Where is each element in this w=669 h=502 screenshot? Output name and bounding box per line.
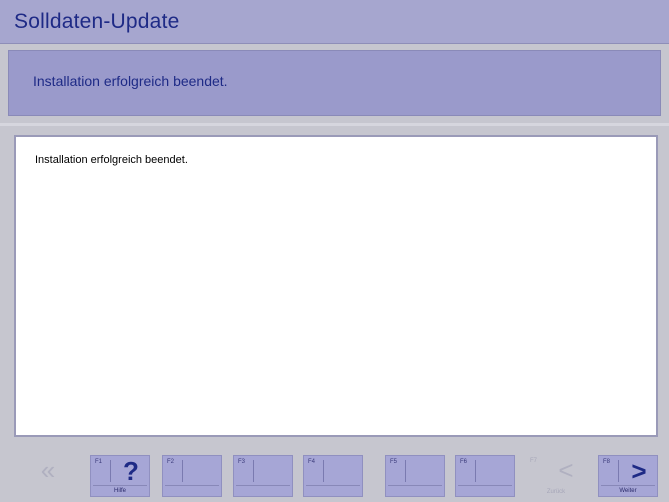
- divider: [253, 460, 254, 482]
- key-number: F8: [603, 459, 611, 465]
- divider: [182, 460, 183, 482]
- divider: [618, 460, 619, 482]
- chevron-left-icon: <: [558, 455, 574, 485]
- key-number: F1: [95, 459, 103, 465]
- key-label: Zurück: [546, 489, 566, 495]
- window-title: Solldaten-Update: [14, 10, 180, 33]
- divider: [306, 485, 360, 486]
- status-message: Installation erfolgreich beendet.: [33, 73, 228, 89]
- divider: [458, 485, 512, 486]
- divider: [236, 485, 290, 486]
- separator: [0, 123, 669, 126]
- divider: [475, 460, 476, 482]
- f3-button[interactable]: F3: [233, 455, 293, 497]
- divider: [323, 460, 324, 482]
- divider: [93, 485, 147, 486]
- key-label: Weiter: [619, 488, 637, 494]
- divider: [601, 485, 655, 486]
- title-bar: Solldaten-Update: [0, 0, 669, 44]
- key-number: F2: [167, 459, 175, 465]
- divider: [110, 460, 111, 482]
- status-panel: Installation erfolgreich beendet.: [8, 50, 661, 116]
- key-number: F6: [460, 459, 468, 465]
- content-text: Installation erfolgreich beendet.: [35, 154, 188, 166]
- function-key-toolbar: « F1 ? Hilfe F2 F3 F4 F5 F6 F7 < Zurück …: [0, 445, 669, 502]
- back-button[interactable]: «: [18, 455, 78, 497]
- divider: [388, 485, 442, 486]
- divider: [165, 485, 219, 486]
- key-number: F4: [308, 459, 316, 465]
- f6-button[interactable]: F6: [455, 455, 515, 497]
- key-number: F3: [238, 459, 246, 465]
- help-icon: ?: [123, 456, 139, 486]
- content-area: Installation erfolgreich beendet.: [14, 135, 658, 437]
- previous-button[interactable]: F7 < Zurück: [526, 455, 586, 497]
- chevron-right-icon: >: [631, 456, 647, 486]
- f2-button[interactable]: F2: [162, 455, 222, 497]
- f4-button[interactable]: F4: [303, 455, 363, 497]
- help-button[interactable]: F1 ? Hilfe: [90, 455, 150, 497]
- next-button[interactable]: F8 > Weiter: [598, 455, 658, 497]
- double-chevron-left-icon: «: [40, 455, 56, 485]
- divider: [405, 460, 406, 482]
- key-number: F5: [390, 459, 398, 465]
- f5-button[interactable]: F5: [385, 455, 445, 497]
- key-label: Hilfe: [113, 488, 126, 494]
- key-number: F7: [530, 458, 538, 464]
